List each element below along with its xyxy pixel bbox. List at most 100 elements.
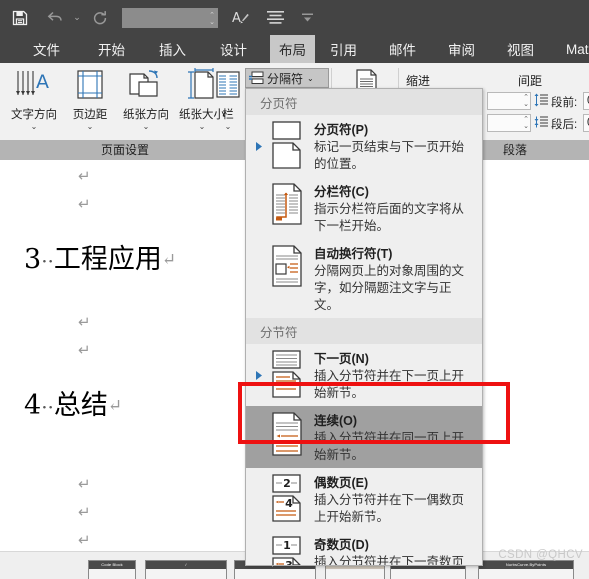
menu-item-text-wrapping-break[interactable]: 自动换行符(T) 分隔网页上的对象周围的文字，如分隔题注文字与正文。: [246, 239, 482, 318]
menu-item-column-break[interactable]: 分栏符(C) 指示分栏符后面的文字将从下一栏开始。: [246, 177, 482, 239]
continuous-icon: [264, 410, 310, 464]
figure-node-body: [391, 569, 465, 579]
spacing-before-value[interactable]: 0: [583, 92, 589, 110]
chevron-down-icon[interactable]: ⌄: [87, 123, 94, 131]
menu-item-desc: 插入分节符并在下一偶数页上开始新节。: [314, 493, 465, 524]
page-break-icon: [264, 119, 310, 173]
heading-3-number: 3: [24, 244, 42, 275]
menu-item-text: 奇数页(D) 插入分节符并在下一奇数页上开始新节。: [310, 534, 474, 566]
spacing-before-icon: [534, 93, 549, 112]
menu-item-text: 分页符(P) 标记一页结束与下一页开始的位置。: [310, 119, 474, 173]
menu-item-desc: 插入分节符并在下一奇数页上开始新节。: [314, 555, 465, 566]
tab-review[interactable]: 审阅: [439, 35, 484, 63]
tab-layout[interactable]: 布局: [270, 35, 315, 63]
text-wrapping-icon: [264, 243, 310, 314]
text-direction-label: 文字方向: [11, 109, 57, 121]
chevron-down-icon[interactable]: ⌄: [143, 123, 150, 131]
margins-label: 页边距: [72, 109, 108, 121]
indent-left-spinner[interactable]: ⌃ ⌄: [523, 93, 529, 109]
breaks-dropdown-menu[interactable]: 分页符 分页符(P) 标记一页结束与下一页开始的位置。 分栏符(C) 指示分栏符…: [245, 88, 483, 566]
indent-right-stepper[interactable]: ⌃ ⌄: [487, 114, 531, 132]
paragraph-list-icon[interactable]: [258, 0, 292, 35]
menu-item-desc: 插入分节符并在同一页上开始新节。: [314, 431, 465, 462]
breaks-button[interactable]: 分隔符 ⌄: [245, 68, 329, 88]
figure-node-body: [146, 569, 226, 579]
tab-file[interactable]: 文件: [24, 35, 69, 63]
bullet-placeholder: [254, 472, 264, 526]
style-field[interactable]: ⌃ ⌄: [122, 7, 218, 29]
figure-node-body: [89, 569, 135, 579]
spacing-after-value[interactable]: 0: [583, 114, 589, 132]
menu-item-title: 分页符(P): [314, 123, 369, 137]
chevron-down-icon[interactable]: ⌄: [225, 123, 232, 131]
paragraph-mark: ↵: [78, 195, 91, 213]
indent-label: 缩进: [406, 74, 431, 88]
orientation-icon: [127, 66, 165, 104]
tab-mathtype[interactable]: MathType: [557, 35, 589, 63]
chevron-down-icon[interactable]: ⌄: [199, 123, 206, 131]
bullet-placeholder: [254, 243, 264, 314]
tab-insert[interactable]: 插入: [150, 35, 195, 63]
even-page-icon: 2 4: [264, 472, 310, 526]
figure-node-label: Code Block: [89, 561, 135, 569]
undo-icon[interactable]: [40, 0, 70, 35]
tab-references[interactable]: 引用: [321, 35, 366, 63]
menu-item-title: 连续(O): [314, 414, 358, 428]
odd-page-icon: 1 3: [264, 534, 310, 566]
heading-3: 3··工程应用↵: [24, 237, 176, 276]
figure-node-body: [326, 569, 384, 579]
svg-text:3: 3: [285, 559, 293, 566]
menu-item-next-page[interactable]: 下一页(N) 插入分节符并在下一页上开始新节。: [246, 344, 482, 406]
menu-item-text: 连续(O) 插入分节符并在同一页上开始新节。: [310, 410, 474, 464]
chevron-down-icon[interactable]: ⌄: [31, 123, 38, 131]
tab-view[interactable]: 视图: [498, 35, 543, 63]
undo-dropdown-icon[interactable]: ⌄: [70, 0, 84, 35]
figure-node-label: /: [146, 561, 226, 569]
redo-icon[interactable]: [84, 0, 116, 35]
customize-qat-icon[interactable]: [292, 0, 322, 35]
save-icon[interactable]: [0, 0, 40, 35]
text-direction-icon: A: [12, 66, 56, 104]
word-window: ⌄ ⌃⌄ A 文件 开始 插入 设计 布局 引用 邮件 审阅 视图 MathTy…: [0, 0, 589, 579]
tab-home[interactable]: 开始: [89, 35, 134, 63]
menu-item-desc: 分隔网页上的对象周围的文字，如分隔题注文字与正文。: [314, 264, 465, 312]
figure-node: NurbsCurve.ByPoints: [478, 560, 574, 579]
margins-button[interactable]: 页边距 ⌄: [62, 66, 118, 131]
menu-item-odd-page[interactable]: 1 3 奇数页(D) 插入分节符并在下一奇数页上开始新节。: [246, 530, 482, 566]
submenu-marker-icon: [254, 119, 264, 173]
indent-right-spinner[interactable]: ⌃ ⌄: [523, 115, 529, 131]
menu-item-even-page[interactable]: 2 4 偶数页(E) 插入分节符并在下一偶数页上开始新节。: [246, 468, 482, 530]
column-break-icon: [264, 181, 310, 235]
figure-node-body: [235, 569, 315, 579]
menu-item-page-break[interactable]: 分页符(P) 标记一页结束与下一页开始的位置。: [246, 115, 482, 177]
menu-item-title: 自动换行符(T): [314, 247, 393, 261]
heading-4: 4··总结↵: [24, 383, 122, 422]
spacing-before-label: 段前:: [551, 97, 578, 109]
menu-item-continuous[interactable]: 连续(O) 插入分节符并在同一页上开始新节。: [246, 406, 482, 468]
format-painter-icon[interactable]: A: [224, 0, 258, 35]
orientation-button[interactable]: 纸张方向 ⌄: [118, 66, 174, 131]
menu-item-text: 下一页(N) 插入分节符并在下一页上开始新节。: [310, 348, 474, 402]
indent-left-stepper[interactable]: ⌃ ⌄: [487, 92, 531, 110]
bullet-placeholder: [254, 410, 264, 464]
style-field-spinner[interactable]: ⌃ ⌄: [209, 9, 215, 29]
text-direction-button[interactable]: A 文字方向 ⌄: [6, 66, 62, 131]
chevron-down-icon[interactable]: ⌄: [307, 74, 314, 83]
svg-text:4: 4: [285, 497, 293, 510]
menu-item-text: 偶数页(E) 插入分节符并在下一偶数页上开始新节。: [310, 472, 474, 526]
figure-node: /: [145, 560, 227, 579]
menu-item-title: 奇数页(D): [314, 538, 369, 552]
bullet-placeholder: [254, 534, 264, 565]
paragraph-mark: ↵: [78, 341, 91, 359]
tab-design[interactable]: 设计: [211, 35, 256, 63]
bullet-placeholder: [254, 181, 264, 235]
figure-node-body: [479, 569, 573, 579]
tab-mailings[interactable]: 邮件: [380, 35, 425, 63]
heading-4-dots: ··: [41, 395, 54, 419]
quick-access-toolbar: ⌄ ⌃ ⌄ A: [0, 0, 589, 35]
submenu-marker-icon: [254, 348, 264, 402]
paragraph-mark: ↵: [78, 503, 91, 521]
paragraph-mark: ↵: [107, 396, 123, 416]
columns-button[interactable]: 栏 ⌄: [206, 66, 250, 131]
breaks-icon: [249, 71, 264, 85]
